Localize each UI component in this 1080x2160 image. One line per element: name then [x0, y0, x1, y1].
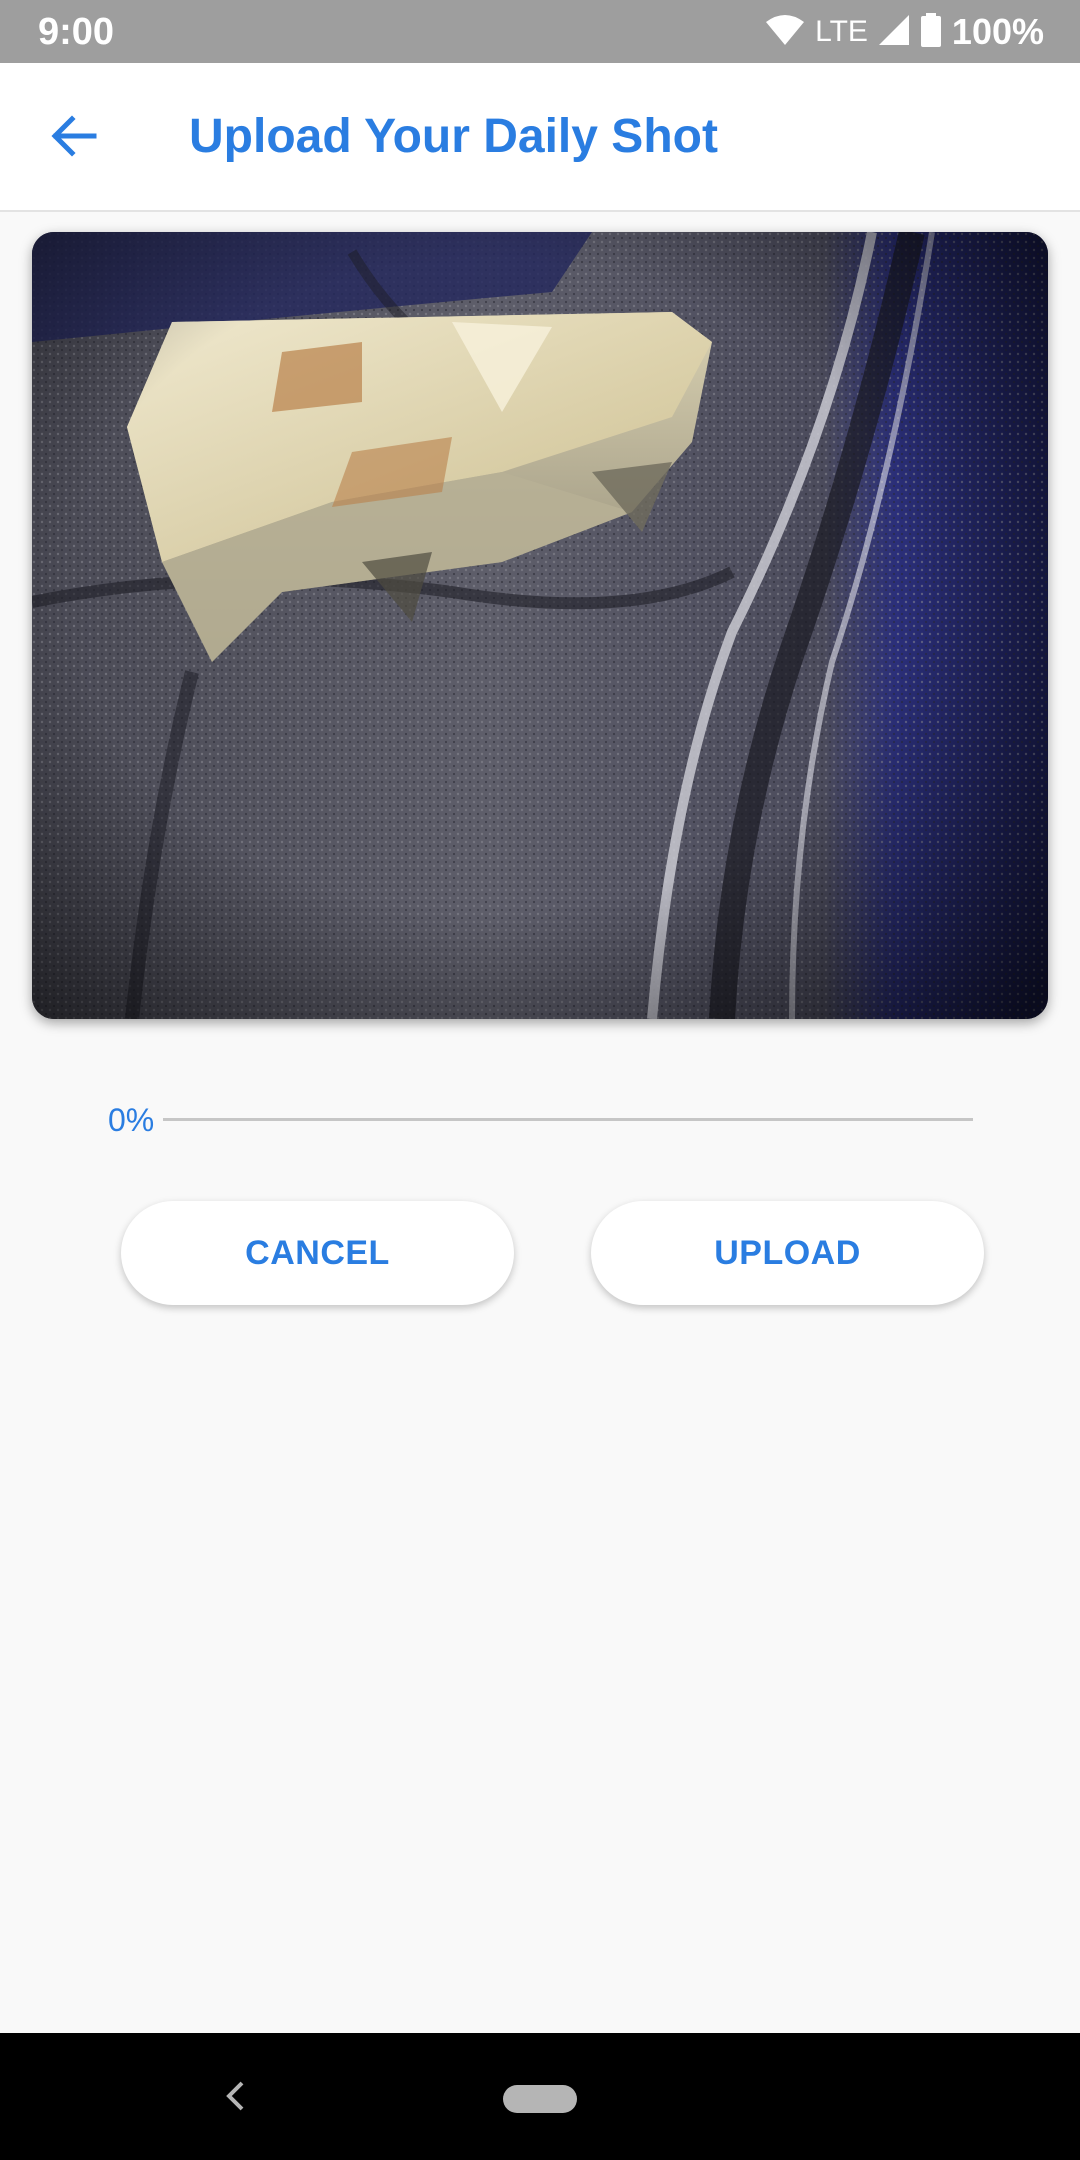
- back-button[interactable]: [32, 103, 116, 173]
- wifi-icon: [765, 13, 805, 52]
- arrow-left-icon: [50, 114, 98, 162]
- cell-signal-icon: [878, 14, 910, 51]
- nav-back-icon: [224, 2079, 246, 2118]
- battery-percentage: 100%: [951, 11, 1044, 52]
- progress-percentage: 0%: [108, 1102, 155, 1138]
- app-bar: Upload Your Daily Shot: [0, 63, 1080, 212]
- nav-back-button[interactable]: [210, 2073, 260, 2123]
- page-title: Upload Your Daily Shot: [189, 110, 718, 163]
- network-type: LTE: [815, 15, 868, 48]
- status-bar: 9:00 LTE 100%: [0, 0, 1080, 63]
- system-nav-bar: [0, 2033, 1080, 2160]
- status-time: 9:00: [38, 11, 115, 53]
- upload-button[interactable]: UPLOAD: [591, 1201, 984, 1305]
- nav-home-pill[interactable]: [503, 2085, 577, 2113]
- progress-bar: [163, 1118, 973, 1121]
- battery-icon: [920, 12, 942, 52]
- status-icons: LTE 100%: [755, 8, 1044, 56]
- screen: 9:00 LTE 100% Upload Your Daily Shot 0% …: [0, 0, 1080, 2160]
- photo-preview: [32, 232, 1048, 1019]
- cancel-button[interactable]: CANCEL: [121, 1201, 514, 1305]
